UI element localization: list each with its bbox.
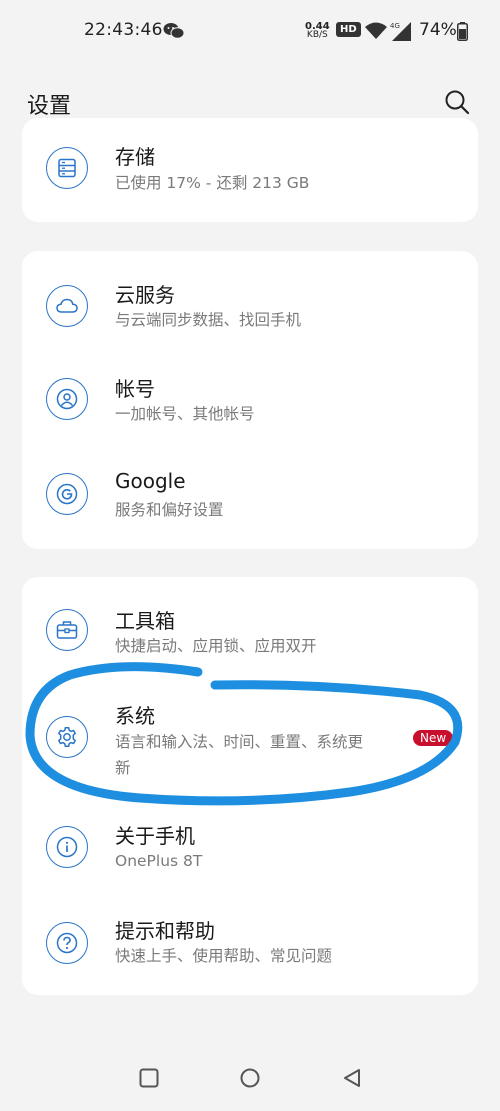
net-speed: 0.44 KB/S: [305, 21, 330, 40]
new-badge: New: [413, 730, 454, 746]
info-icon: [46, 826, 88, 868]
item-label: 工具箱: [115, 609, 175, 633]
item-subtitle-line2: 新: [115, 759, 131, 777]
item-label: 提示和帮助: [115, 919, 215, 943]
back-icon[interactable]: [342, 1068, 362, 1088]
setting-item-tips-help[interactable]: 提示和帮助 快速上手、使用帮助、常见问题: [22, 893, 478, 995]
search-icon[interactable]: [444, 89, 470, 115]
item-subtitle-line1: 语言和输入法、时间、重置、系统更: [115, 733, 364, 751]
toolbox-icon: [46, 609, 88, 651]
setting-item-toolbox[interactable]: 工具箱 快捷启动、应用锁、应用双开: [22, 577, 478, 677]
setting-item-about-phone[interactable]: 关于手机 OnePlus 8T: [22, 797, 478, 893]
settings-group-system: 工具箱 快捷启动、应用锁、应用双开 系统 语言和输入法、时间、重置、系统更 新 …: [22, 577, 478, 995]
item-label: 系统: [115, 704, 155, 728]
item-label: 存储: [115, 145, 155, 169]
navigation-bar: [0, 1050, 500, 1111]
item-subtitle: 与云端同步数据、找回手机: [115, 311, 302, 329]
hd-badge: HD: [336, 22, 361, 37]
setting-item-storage[interactable]: 存储 已使用 17% - 还剩 213 GB: [22, 118, 478, 222]
item-subtitle: 服务和偏好设置: [115, 501, 224, 519]
item-label: Google: [115, 469, 186, 493]
signal-icon: 4G: [390, 22, 411, 41]
item-label: 云服务: [115, 283, 175, 307]
settings-group-accounts: 云服务 与云端同步数据、找回手机 帐号 一加帐号、其他帐号 Google 服务和…: [22, 251, 478, 549]
battery-icon: [457, 22, 468, 41]
wechat-icon: [163, 23, 185, 39]
item-subtitle: 已使用 17% - 还剩 213 GB: [115, 174, 310, 192]
item-label: 关于手机: [115, 824, 195, 848]
setting-item-system[interactable]: 系统 语言和输入法、时间、重置、系统更 新 New: [22, 677, 478, 797]
battery-percent: 74%: [419, 20, 457, 40]
network-type: 4G: [390, 22, 400, 30]
item-label: 帐号: [115, 377, 155, 401]
item-subtitle: OnePlus 8T: [115, 852, 203, 870]
google-icon: [46, 473, 88, 515]
recent-apps-icon[interactable]: [139, 1068, 159, 1088]
page-title: 设置: [27, 94, 72, 119]
account-icon: [46, 378, 88, 420]
item-subtitle: 快速上手、使用帮助、常见问题: [115, 947, 333, 965]
gear-icon: [46, 716, 88, 758]
settings-group-storage: 存储 已使用 17% - 还剩 213 GB: [22, 118, 478, 222]
status-time: 22:43:46: [84, 20, 163, 40]
storage-icon: [46, 147, 88, 189]
setting-item-account[interactable]: 帐号 一加帐号、其他帐号: [22, 351, 478, 447]
cloud-icon: [46, 285, 88, 327]
setting-item-google[interactable]: Google 服务和偏好设置: [22, 447, 478, 549]
item-subtitle: 快捷启动、应用锁、应用双开: [115, 637, 317, 655]
status-bar: 22:43:46 0.44 KB/S HD 4G 74%: [0, 0, 500, 64]
help-icon: [46, 922, 88, 964]
home-icon[interactable]: [240, 1068, 260, 1088]
setting-item-cloud[interactable]: 云服务 与云端同步数据、找回手机: [22, 251, 478, 351]
wifi-icon: [365, 22, 387, 39]
item-subtitle: 一加帐号、其他帐号: [115, 405, 255, 423]
